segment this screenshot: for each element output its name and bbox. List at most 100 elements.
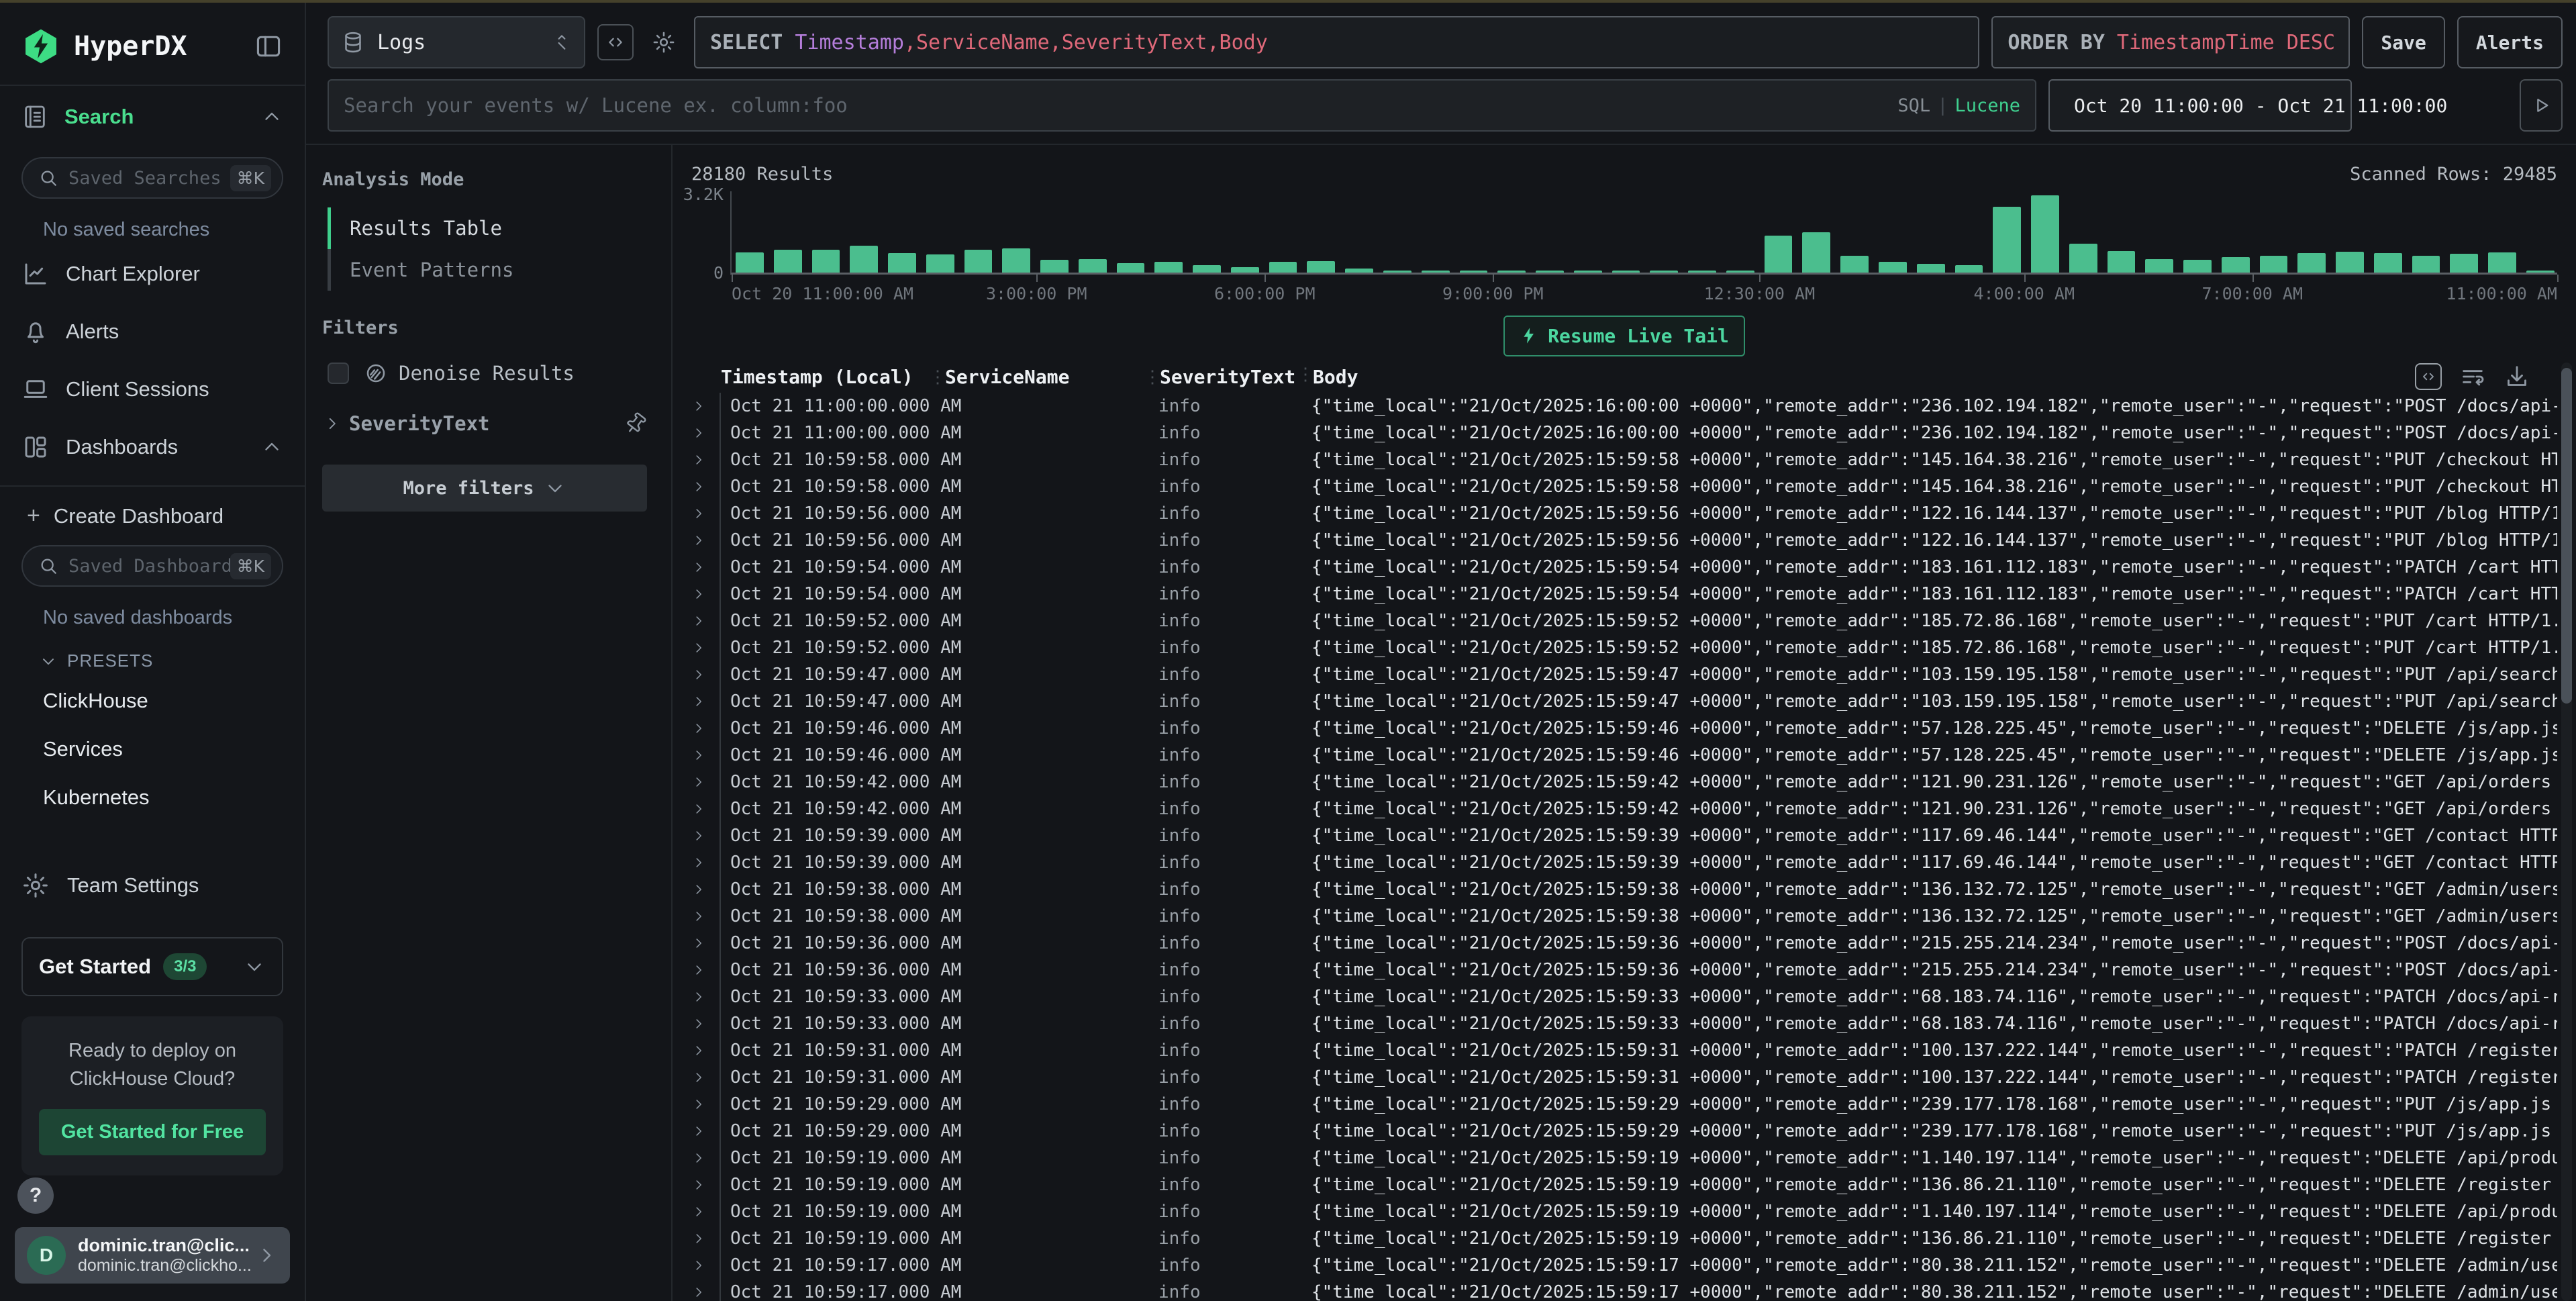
row-expander[interactable]	[691, 393, 721, 420]
table-row[interactable]: Oct 21 10:59:47.000 AM info {"time_local…	[691, 661, 2557, 688]
event-search-box[interactable]: SQL|Lucene	[328, 79, 2036, 132]
row-expander[interactable]	[691, 661, 721, 688]
row-expander[interactable]	[691, 1279, 721, 1301]
preset-item[interactable]: Kubernetes	[0, 773, 305, 822]
time-range-picker[interactable]: Oct 20 11:00:00 - Oct 21 11:00:00	[2048, 79, 2352, 132]
create-dashboard-button[interactable]: + Create Dashboard	[0, 485, 305, 536]
tab-results-table[interactable]: Results Table	[331, 207, 647, 249]
source-settings-button[interactable]	[646, 24, 682, 60]
download-icon[interactable]	[2504, 363, 2530, 390]
get-started-free-button[interactable]: Get Started for Free	[39, 1109, 266, 1155]
row-expander[interactable]	[691, 446, 721, 473]
preset-item[interactable]: Services	[0, 725, 305, 773]
row-expander[interactable]	[691, 634, 721, 661]
severity-filter-group[interactable]: SeverityText	[324, 412, 647, 435]
resume-live-tail-button[interactable]: Resume Live Tail	[1503, 316, 1745, 356]
row-expander[interactable]	[691, 688, 721, 715]
source-select[interactable]: Logs	[328, 16, 585, 68]
table-row[interactable]: Oct 21 10:59:46.000 AM info {"time_local…	[691, 742, 2557, 769]
row-expander[interactable]	[691, 876, 721, 903]
row-expander[interactable]	[691, 822, 721, 849]
row-expander[interactable]	[691, 983, 721, 1010]
get-started-dropdown[interactable]: Get Started 3/3	[21, 937, 283, 996]
row-expander[interactable]	[691, 1225, 721, 1252]
row-expander[interactable]	[691, 849, 721, 876]
row-expander[interactable]	[691, 957, 721, 983]
table-row[interactable]: Oct 21 10:59:19.000 AM info {"time_local…	[691, 1225, 2557, 1252]
column-resize-handle[interactable]: ⋮	[1297, 365, 1313, 385]
row-expander[interactable]	[691, 581, 721, 608]
row-expander[interactable]	[691, 930, 721, 957]
row-expander[interactable]	[691, 554, 721, 581]
table-row[interactable]: Oct 21 10:59:58.000 AM info {"time_local…	[691, 446, 2557, 473]
row-expander[interactable]	[691, 742, 721, 769]
row-expander[interactable]	[691, 420, 721, 446]
table-row[interactable]: Oct 21 10:59:58.000 AM info {"time_local…	[691, 473, 2557, 500]
row-expander[interactable]	[691, 1037, 721, 1064]
search-input[interactable]	[344, 94, 1887, 117]
column-resize-handle[interactable]: ⋮	[929, 367, 945, 387]
table-row[interactable]: Oct 21 10:59:38.000 AM info {"time_local…	[691, 903, 2557, 930]
table-row[interactable]: Oct 21 10:59:39.000 AM info {"time_local…	[691, 849, 2557, 876]
order-by-input[interactable]: ORDER BYTimestampTime DESC	[1991, 16, 2350, 68]
row-expander[interactable]	[691, 715, 721, 742]
run-query-button[interactable]	[2520, 79, 2563, 132]
table-row[interactable]: Oct 21 10:59:47.000 AM info {"time_local…	[691, 688, 2557, 715]
tab-event-patterns[interactable]: Event Patterns	[331, 249, 647, 291]
sidebar-item-chart-explorer[interactable]: Chart Explorer	[0, 245, 305, 303]
table-row[interactable]: Oct 21 10:59:56.000 AM info {"time_local…	[691, 500, 2557, 527]
presets-toggle[interactable]: PRESETS	[0, 633, 305, 677]
row-expander[interactable]	[691, 1064, 721, 1091]
row-expander[interactable]	[691, 608, 721, 634]
table-row[interactable]: Oct 21 10:59:31.000 AM info {"time_local…	[691, 1037, 2557, 1064]
table-row[interactable]: Oct 21 10:59:42.000 AM info {"time_local…	[691, 769, 2557, 796]
table-row[interactable]: Oct 21 10:59:29.000 AM info {"time_local…	[691, 1118, 2557, 1145]
table-row[interactable]: Oct 21 10:59:17.000 AM info {"time_local…	[691, 1252, 2557, 1279]
table-row[interactable]: Oct 21 10:59:39.000 AM info {"time_local…	[691, 822, 2557, 849]
denoise-checkbox[interactable]	[328, 363, 349, 384]
table-row[interactable]: Oct 21 10:59:31.000 AM info {"time_local…	[691, 1064, 2557, 1091]
column-header-servicename[interactable]: ⋮ServiceName	[945, 366, 1160, 388]
row-expander[interactable]	[691, 1118, 721, 1145]
row-expander[interactable]	[691, 1171, 721, 1198]
save-button[interactable]: Save	[2362, 16, 2444, 68]
column-header-severitytext[interactable]: ⋮SeverityText	[1160, 366, 1313, 388]
table-row[interactable]: Oct 21 11:00:00.000 AM info {"time_local…	[691, 420, 2557, 446]
saved-searches-field[interactable]	[68, 168, 230, 189]
saved-searches-input[interactable]: ⌘K	[21, 157, 283, 199]
table-row[interactable]: Oct 21 10:59:46.000 AM info {"time_local…	[691, 715, 2557, 742]
table-row[interactable]: Oct 21 10:59:52.000 AM info {"time_local…	[691, 608, 2557, 634]
table-row[interactable]: Oct 21 10:59:36.000 AM info {"time_local…	[691, 957, 2557, 983]
preset-item[interactable]: ClickHouse	[0, 677, 305, 725]
denoise-results-toggle[interactable]: Denoise Results	[328, 361, 647, 385]
row-expander[interactable]	[691, 500, 721, 527]
table-row[interactable]: Oct 21 10:59:29.000 AM info {"time_local…	[691, 1091, 2557, 1118]
pin-icon[interactable]	[620, 407, 652, 440]
sidebar-item-team-settings[interactable]: Team Settings	[0, 851, 305, 920]
user-menu[interactable]: D dominic.tran@clic... dominic.tran@clic…	[15, 1227, 290, 1284]
row-expander[interactable]	[691, 796, 721, 822]
code-view-button[interactable]	[597, 24, 634, 60]
table-row[interactable]: Oct 21 10:59:56.000 AM info {"time_local…	[691, 527, 2557, 554]
mode-sql[interactable]: SQL	[1897, 95, 1930, 116]
table-row[interactable]: Oct 21 10:59:54.000 AM info {"time_local…	[691, 554, 2557, 581]
collapse-sidebar-icon[interactable]	[254, 32, 283, 61]
row-expander[interactable]	[691, 1091, 721, 1118]
sidebar-item-search[interactable]: Search	[0, 85, 305, 148]
help-button[interactable]: ?	[17, 1177, 54, 1214]
table-row[interactable]: Oct 21 10:59:17.000 AM info {"time_local…	[691, 1279, 2557, 1301]
table-row[interactable]: Oct 21 11:00:00.000 AM info {"time_local…	[691, 393, 2557, 420]
alerts-button[interactable]: Alerts	[2457, 16, 2563, 68]
table-row[interactable]: Oct 21 10:59:19.000 AM info {"time_local…	[691, 1145, 2557, 1171]
table-scrollbar-thumb[interactable]	[2561, 368, 2572, 704]
row-expander[interactable]	[691, 769, 721, 796]
table-row[interactable]: Oct 21 10:59:33.000 AM info {"time_local…	[691, 1010, 2557, 1037]
row-expander[interactable]	[691, 1145, 721, 1171]
sidebar-item-client-sessions[interactable]: Client Sessions	[0, 360, 305, 418]
row-expander[interactable]	[691, 1010, 721, 1037]
saved-dashboards-input[interactable]: ⌘K	[21, 545, 283, 587]
table-row[interactable]: Oct 21 10:59:33.000 AM info {"time_local…	[691, 983, 2557, 1010]
wrap-text-icon[interactable]	[2459, 363, 2486, 390]
table-row[interactable]: Oct 21 10:59:19.000 AM info {"time_local…	[691, 1171, 2557, 1198]
row-expander[interactable]	[691, 527, 721, 554]
